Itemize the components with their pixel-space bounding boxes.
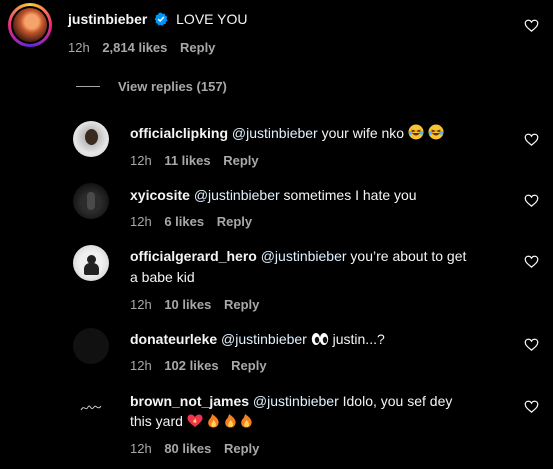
eyes-emoji — [311, 333, 328, 345]
reply-meta-1: 12h 11 likes Reply — [130, 153, 259, 168]
fire-emoji — [224, 414, 236, 428]
reply-text-line2: this yard — [130, 411, 253, 431]
avatar-officialgerard_hero[interactable] — [73, 245, 109, 281]
laughing-face-emoji — [408, 124, 424, 140]
reply-button[interactable]: Reply — [224, 297, 259, 312]
main-comment: justinbieber LOVE YOU — [68, 9, 247, 29]
reply-meta-5: 12h 80 likes Reply — [130, 441, 259, 456]
comment-time: 12h — [130, 214, 152, 229]
mention-link[interactable]: @justinbieber — [221, 331, 307, 347]
comment-time: 12h — [130, 153, 152, 168]
laughing-face-emoji — [428, 124, 444, 140]
fire-emoji — [207, 414, 219, 428]
main-comment-meta: 12h 2,814 likes Reply — [68, 40, 215, 55]
reply-button[interactable]: Reply — [217, 214, 252, 229]
avatar-brown_not_james[interactable] — [73, 390, 109, 426]
heart-on-fire-emoji — [187, 414, 203, 427]
reply-text: your wife nko — [321, 125, 405, 141]
verified-badge-icon — [154, 12, 168, 26]
heart-icon[interactable] — [524, 399, 539, 414]
reply-button[interactable]: Reply — [224, 441, 259, 456]
comment-time: 12h — [130, 358, 152, 373]
signature-logo — [80, 405, 102, 411]
likes-count[interactable]: 10 likes — [164, 297, 211, 312]
avatar-donateurleke[interactable] — [73, 328, 109, 364]
username[interactable]: xyicosite — [130, 187, 190, 203]
heart-icon[interactable] — [524, 18, 539, 33]
reply-comment-2: xyicosite @justinbieber sometimes I hate… — [130, 185, 417, 205]
heart-icon[interactable] — [524, 337, 539, 352]
username[interactable]: officialgerard_hero — [130, 248, 257, 264]
reply-comment-1: officialclipking @justinbieber your wife… — [130, 123, 444, 143]
view-replies-button[interactable]: View replies (157) — [118, 79, 227, 94]
avatar-xyicosite[interactable] — [73, 183, 109, 219]
reply-comment-5: brown_not_james @justinbieber Idolo, you… — [130, 391, 452, 411]
reply-comment-4: donateurleke @justinbieber justin...? — [130, 329, 385, 349]
reply-meta-2: 12h 6 likes Reply — [130, 214, 252, 229]
heart-icon[interactable] — [524, 132, 539, 147]
reply-meta-4: 12h 102 likes Reply — [130, 358, 267, 373]
mention-link[interactable]: @justinbieber — [232, 125, 318, 141]
main-comment-text: LOVE YOU — [176, 11, 248, 27]
username[interactable]: brown_not_james — [130, 393, 249, 409]
heart-icon[interactable] — [524, 254, 539, 269]
likes-count[interactable]: 2,814 likes — [102, 40, 167, 55]
reply-meta-3: 12h 10 likes Reply — [130, 297, 259, 312]
likes-count[interactable]: 11 likes — [164, 153, 210, 168]
reply-text: justin...? — [332, 331, 385, 347]
reply-text: sometimes I hate you — [283, 187, 417, 203]
fire-emoji — [241, 414, 253, 428]
reply-text: you’re about to get — [350, 248, 467, 264]
reply-comment-3: officialgerard_hero @justinbieber you’re… — [130, 246, 466, 266]
reply-button[interactable]: Reply — [223, 153, 258, 168]
username-justinbieber[interactable]: justinbieber — [68, 11, 147, 27]
mention-link[interactable]: @justinbieber — [194, 187, 280, 203]
username[interactable]: officialclipking — [130, 125, 228, 141]
likes-count[interactable]: 6 likes — [164, 214, 204, 229]
reply-text-line2: a babe kid — [130, 269, 195, 285]
reply-button[interactable]: Reply — [180, 40, 215, 55]
replies-divider — [76, 86, 100, 87]
likes-count[interactable]: 80 likes — [164, 441, 211, 456]
reply-button[interactable]: Reply — [231, 358, 266, 373]
likes-count[interactable]: 102 likes — [164, 358, 218, 373]
comment-time: 12h — [68, 40, 90, 55]
reply-text: Idolo, you sef dey — [342, 393, 453, 409]
avatar-justinbieber[interactable] — [8, 3, 52, 47]
comment-time: 12h — [130, 441, 152, 456]
avatar-officialclipking[interactable] — [73, 121, 109, 157]
mention-link[interactable]: @justinbieber — [253, 393, 339, 409]
heart-icon[interactable] — [524, 193, 539, 208]
mention-link[interactable]: @justinbieber — [261, 248, 347, 264]
username[interactable]: donateurleke — [130, 331, 217, 347]
reply-text-continued: this yard — [130, 413, 183, 429]
comment-time: 12h — [130, 297, 152, 312]
